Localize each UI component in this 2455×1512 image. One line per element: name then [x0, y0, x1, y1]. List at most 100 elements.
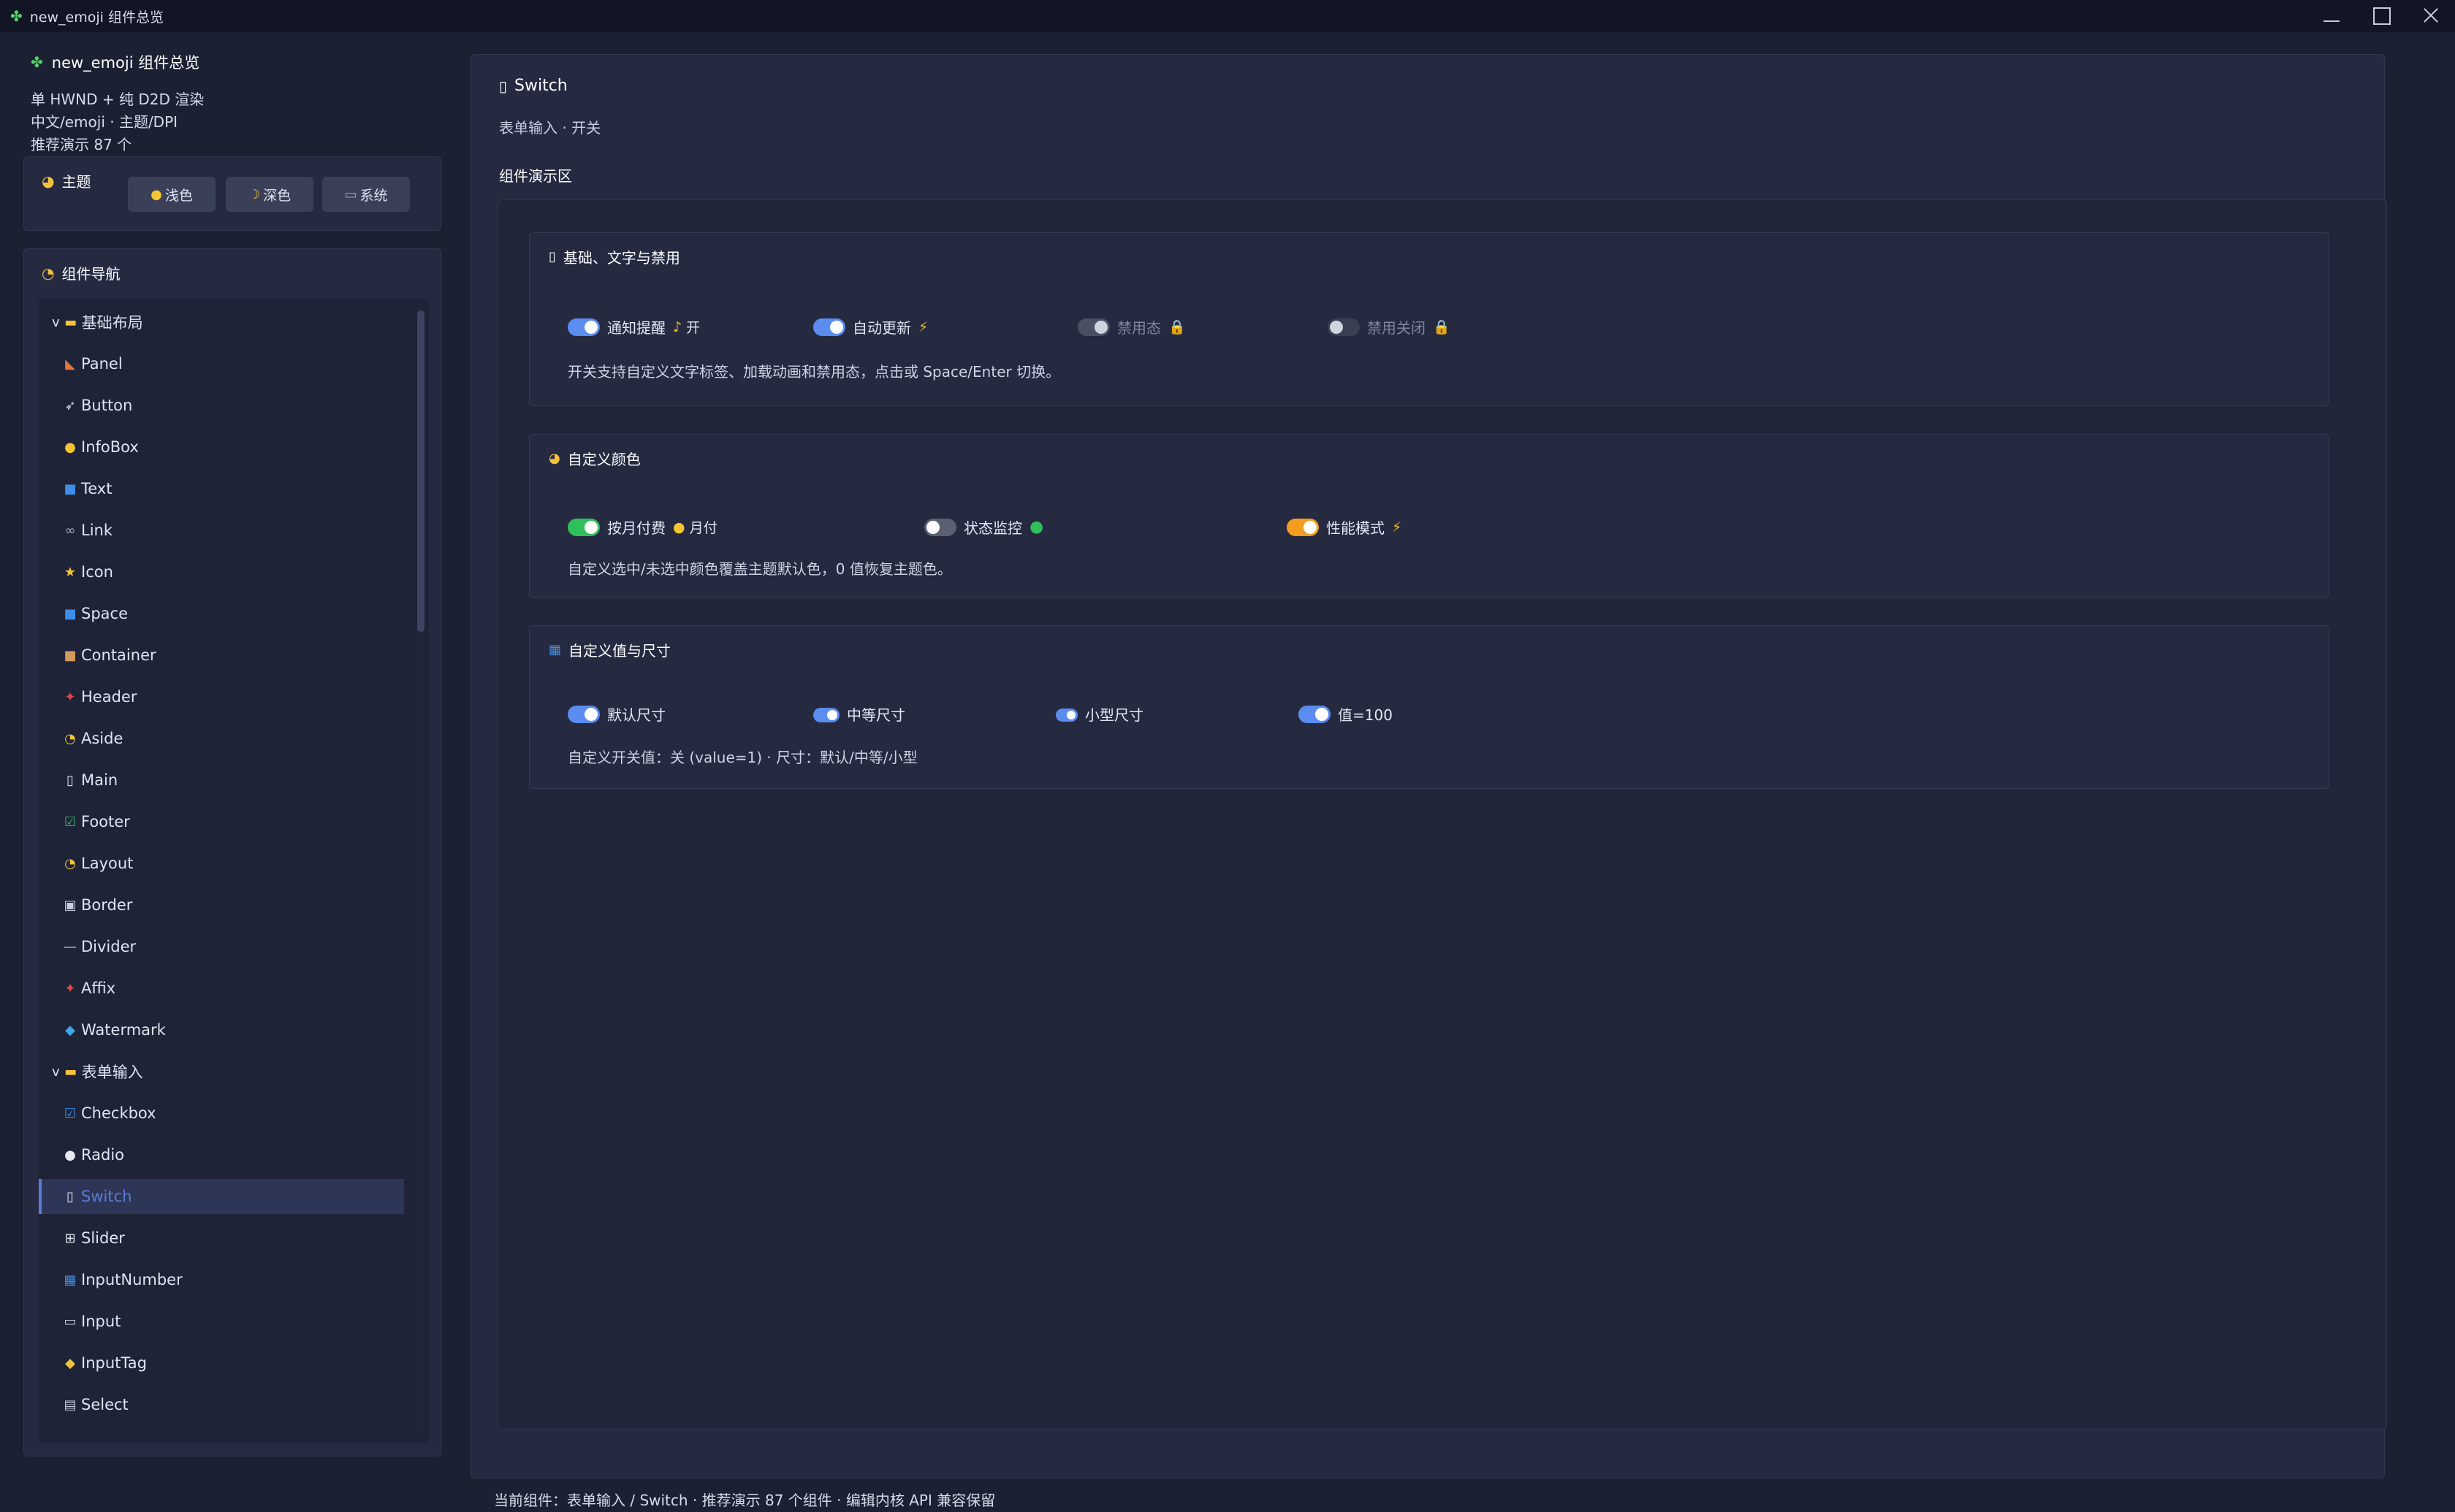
nav-item-affix[interactable]: ✦ Affix [39, 971, 404, 1006]
switch-performance[interactable]: 性能模式 ⚡ [1287, 516, 1401, 538]
nav-item-label: Watermark [81, 1021, 166, 1039]
nav-item-label: Main [81, 771, 118, 789]
nav-item-switch[interactable]: ▯ Switch [39, 1179, 404, 1214]
nav-item-inputnumber[interactable]: ▦ InputNumber [39, 1262, 404, 1297]
nav-item-inputtag[interactable]: ◆ InputTag [39, 1345, 404, 1381]
switch-track[interactable] [568, 318, 600, 336]
nav-item-label: Slider [81, 1229, 125, 1247]
window-titlebar: ✤ new_emoji 组件总览 [0, 0, 2455, 32]
nav-item-header[interactable]: ✦ Header [39, 679, 404, 714]
status-bar: 当前组件：表单输入 / Switch · 推荐演示 87 个组件 · 编辑内核 … [494, 1492, 996, 1509]
nav-item-radio[interactable]: ● Radio [39, 1137, 404, 1172]
nav-label: ◔ 组件导航 [42, 262, 120, 283]
nav-item-space[interactable]: ■ Space [39, 596, 404, 631]
card-custom-color: ◕ 自定义颜色 按月付费 ● 月付 状态监控 ● 性能模式 ⚡ 自定义选中/未选… [529, 434, 2329, 597]
switch-monitor[interactable]: 状态监控 ● [924, 516, 1043, 538]
card-title: ▦ 自定义值与尺寸 [549, 639, 671, 660]
switch-track[interactable] [1287, 518, 1319, 536]
compass-icon: ◔ [42, 264, 55, 282]
nav-item-link[interactable]: ∞ Link [39, 513, 404, 548]
nav-tree[interactable]: v ▬ 基础布局 ◣ Panel ➶ Button ● InfoBox ■ Te… [39, 299, 429, 1443]
switch-medium-size[interactable]: 中等尺寸 [813, 703, 905, 725]
app-title-text: new_emoji 组件总览 [51, 54, 200, 72]
nav-item-label: Panel [81, 355, 123, 373]
space-icon: ■ [64, 606, 77, 622]
switch-value-100[interactable]: 值=100 [1298, 703, 1393, 725]
switch-track[interactable] [568, 518, 600, 536]
switch-track[interactable] [924, 518, 956, 536]
slider-icon: ⊞ [64, 1230, 76, 1246]
nav-scrollbar[interactable] [417, 310, 425, 632]
nav-item-panel[interactable]: ◣ Panel [39, 346, 404, 381]
nav-item-input[interactable]: ▭ Input [39, 1304, 404, 1339]
info-line: 推荐演示 87 个 [31, 136, 132, 153]
rocket-icon: ➶ [64, 397, 76, 413]
nav-item-label: Select [81, 1396, 129, 1413]
switch-track[interactable] [568, 705, 600, 723]
nav-item-infobox[interactable]: ● InfoBox [39, 429, 404, 465]
nav-item-aside[interactable]: ◔ Aside [39, 721, 404, 756]
card-description: 自定义开关值：关 (value=1) · 尺寸：默认/中等/小型 [568, 749, 918, 766]
nav-group-form-input[interactable]: v ▬ 表单输入 [39, 1054, 404, 1089]
theme-dark-button[interactable]: ☽ 深色 [226, 177, 313, 212]
tag-icon: ◆ [65, 1355, 75, 1371]
nav-group-label: 表单输入 [81, 1064, 143, 1081]
pin-icon: ✦ [64, 689, 76, 705]
money-bag-icon: ● [673, 519, 685, 535]
nav-item-icon[interactable]: ★ Icon [39, 554, 404, 589]
main-panel: ▯ Switch 表单输入 · 开关 组件演示区 ▯ 基础、文字与禁用 通知提醒… [471, 54, 2387, 1478]
nav-item-text[interactable]: ■ Text [39, 471, 404, 506]
switch-disabled-on: 禁用态 🔒 [1078, 316, 1186, 337]
close-button[interactable] [2405, 0, 2455, 32]
switch-auto-update[interactable]: 自动更新 ⚡ [813, 316, 928, 337]
card-title: ▯ 基础、文字与禁用 [549, 246, 680, 267]
nav-item-border[interactable]: ▣ Border [39, 887, 404, 923]
nav-item-divider[interactable]: — Divider [39, 929, 404, 964]
switch-track [1328, 318, 1360, 336]
theme-panel: ◕ 主题 ● 浅色 ☽ 深色 ▭ 系统 [23, 156, 441, 231]
switch-suffix: 开 [686, 320, 701, 336]
puzzle-icon: ✤ [10, 7, 23, 25]
theme-system-button[interactable]: ▭ 系统 [322, 177, 410, 212]
nav-item-checkbox[interactable]: ☑ Checkbox [39, 1096, 404, 1131]
maximize-button[interactable] [2356, 0, 2405, 32]
page-title-text: Switch [514, 77, 568, 95]
demo-area: ▯ 基础、文字与禁用 通知提醒 ♪ 开 自动更新 ⚡ 禁用态 🔒 禁用关闭 🔒 … [498, 199, 2387, 1429]
switch-monthly[interactable]: 按月付费 ● 月付 [568, 516, 718, 538]
switch-small-size[interactable]: 小型尺寸 [1056, 703, 1143, 725]
nav-item-label: Checkbox [81, 1104, 156, 1122]
nav-item-container[interactable]: ■ Container [39, 638, 404, 673]
switch-icon: ▯ [66, 1188, 74, 1204]
switch-notify[interactable]: 通知提醒 ♪ 开 [568, 316, 700, 337]
nav-item-button[interactable]: ➶ Button [39, 388, 404, 423]
nav-item-select[interactable]: ▤ Select [39, 1387, 404, 1422]
card-title-text: 基础、文字与禁用 [563, 249, 680, 267]
theme-light-button[interactable]: ● 浅色 [128, 177, 216, 212]
nav-panel: ◔ 组件导航 v ▬ 基础布局 ◣ Panel ➶ Button ● InfoB… [23, 248, 441, 1456]
switch-track[interactable] [813, 707, 840, 722]
nav-item-label: Icon [81, 563, 113, 581]
nav-item-label: Radio [81, 1146, 125, 1164]
switch-track[interactable] [1298, 705, 1331, 723]
compass-icon: ◔ [64, 855, 76, 871]
card-description: 自定义选中/未选中颜色覆盖主题默认色，0 值恢复主题色。 [568, 560, 952, 578]
panel-icon: ◣ [65, 356, 75, 372]
nav-group-basic-layout[interactable]: v ▬ 基础布局 [39, 305, 404, 340]
switch-icon: ▯ [499, 77, 508, 95]
nav-item-main[interactable]: ▯ Main [39, 763, 404, 798]
switch-track[interactable] [1056, 709, 1078, 722]
nav-item-layout[interactable]: ◔ Layout [39, 846, 404, 881]
nav-item-slider[interactable]: ⊞ Slider [39, 1221, 404, 1256]
switch-default-size[interactable]: 默认尺寸 [568, 703, 666, 725]
window-title: new_emoji 组件总览 [29, 9, 164, 26]
nav-item-watermark[interactable]: ◆ Watermark [39, 1012, 404, 1047]
border-icon: ▣ [64, 897, 77, 913]
nav-item-label: Button [81, 397, 133, 414]
puzzle-icon: ✤ [31, 53, 43, 71]
switch-track[interactable] [813, 318, 845, 336]
nav-item-label: Container [81, 646, 156, 664]
minimize-button[interactable] [2306, 0, 2356, 32]
star-icon: ★ [64, 564, 77, 580]
lock-icon: 🔒 [1433, 319, 1450, 335]
nav-item-footer[interactable]: ☑ Footer [39, 804, 404, 839]
